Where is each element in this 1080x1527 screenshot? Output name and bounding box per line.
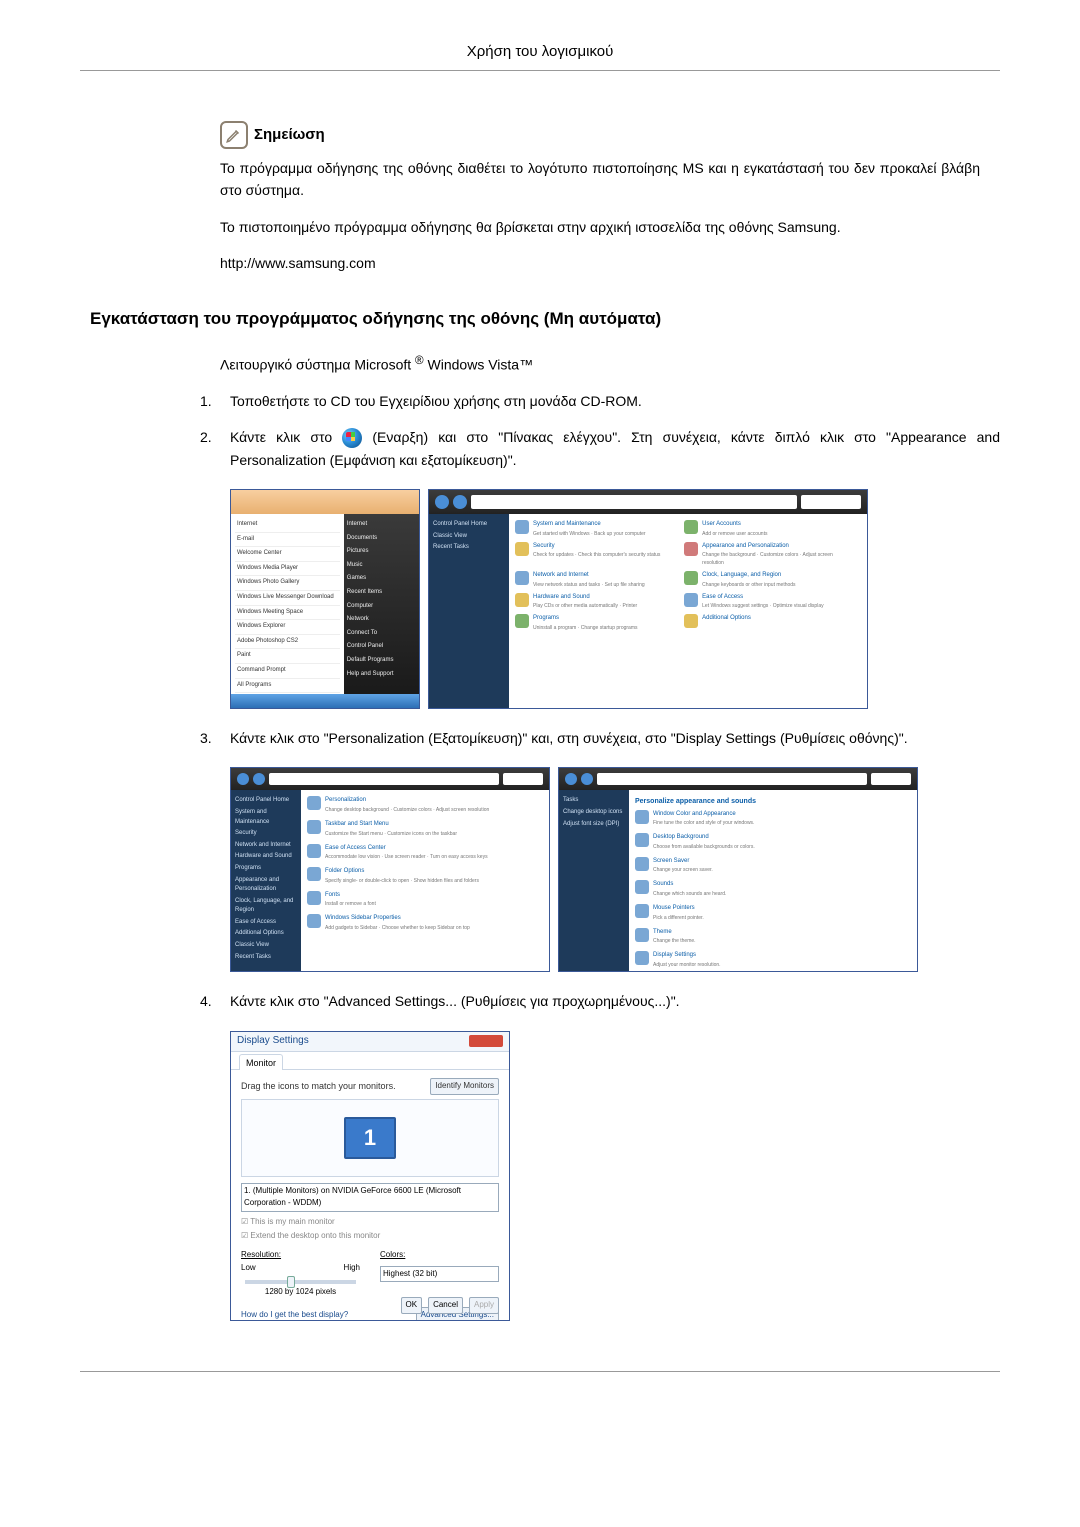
colors-select: Highest (32 bit) — [380, 1266, 499, 1283]
figure-row-3: Display Settings Monitor Drag the icons … — [230, 1031, 1000, 1321]
step-2-num: 2. — [200, 426, 230, 471]
note-url: http://www.samsung.com — [220, 252, 980, 274]
note-paragraph-1: Το πρόγραμμα οδήγησης της οθόνης διαθέτε… — [220, 157, 980, 202]
os-pre: Λειτουργικό σύστημα Microsoft — [220, 356, 415, 372]
step-3-num: 3. — [200, 727, 230, 749]
cancel-button: Cancel — [428, 1297, 463, 1314]
note-paragraph-2: Το πιστοποιημένο πρόγραμμα οδήγησης θα β… — [220, 216, 980, 238]
appearance-personalization-screenshot: Control Panel HomeSystem and Maintenance… — [230, 767, 550, 972]
display-settings-title: Display Settings — [237, 1033, 309, 1049]
step-2-text: Κάντε κλικ στο (Εναρξη) και στο "Πίνακας… — [230, 426, 1000, 471]
resolution-label: Resolution: — [241, 1250, 281, 1259]
step-2-pre: Κάντε κλικ στο — [230, 429, 342, 445]
monitor-tab: Monitor — [239, 1054, 283, 1071]
step-4-text: Κάντε κλικ στο "Advanced Settings... (Ρυ… — [230, 990, 1000, 1012]
step-1-num: 1. — [200, 390, 230, 412]
control-panel-screenshot: Control Panel HomeClassic ViewRecent Tas… — [428, 489, 868, 709]
ok-button: OK — [401, 1297, 423, 1314]
top-rule — [80, 70, 1000, 71]
monitor-preview-area: 1 — [241, 1099, 499, 1177]
personalization-screenshot: TasksChange desktop iconsAdjust font siz… — [558, 767, 918, 972]
monitor-1-icon: 1 — [344, 1117, 396, 1159]
start-menu-screenshot: InternetE-mailWelcome CenterWindows Medi… — [230, 489, 420, 709]
step-2: 2. Κάντε κλικ στο (Εναρξη) και στο "Πίνα… — [200, 426, 1000, 471]
figure-row-1: InternetE-mailWelcome CenterWindows Medi… — [230, 489, 1000, 709]
extend-desktop-checkbox: ☑ Extend the desktop onto this monitor — [241, 1230, 499, 1243]
note-block: Σημείωση Το πρόγραμμα οδήγησης της οθόνη… — [220, 121, 980, 275]
step-3-text: Κάντε κλικ στο "Personalization (Εξατομί… — [230, 727, 1000, 749]
apply-button: Apply — [469, 1297, 499, 1314]
page-header: Χρήση του λογισμικού — [80, 40, 1000, 64]
note-header: Σημείωση — [220, 121, 980, 149]
figure-row-2: Control Panel HomeSystem and Maintenance… — [230, 767, 1000, 972]
registered-symbol: ® — [415, 354, 424, 367]
bottom-rule — [80, 1371, 1000, 1372]
main-monitor-checkbox: ☑ This is my main monitor — [241, 1216, 499, 1229]
display-settings-screenshot: Display Settings Monitor Drag the icons … — [230, 1031, 510, 1321]
colors-label: Colors: — [380, 1250, 405, 1259]
step-4: 4. Κάντε κλικ στο "Advanced Settings... … — [200, 990, 1000, 1012]
os-line: Λειτουργικό σύστημα Microsoft ® Windows … — [220, 352, 980, 376]
step-4-num: 4. — [200, 990, 230, 1012]
section-title: Εγκατάσταση του προγράμματος οδήγησης τη… — [90, 305, 1000, 332]
step-1: 1. Τοποθετήστε το CD του Εγχειρίδιου χρή… — [200, 390, 1000, 412]
resolution-low: Low — [241, 1262, 256, 1275]
step-3: 3. Κάντε κλικ στο "Personalization (Εξατ… — [200, 727, 1000, 749]
resolution-high: High — [344, 1262, 360, 1275]
os-post: Windows Vista™ — [424, 356, 533, 372]
step-1-text: Τοποθετήστε το CD του Εγχειρίδιου χρήσης… — [230, 390, 1000, 412]
close-icon — [469, 1035, 503, 1047]
drag-instruction: Drag the icons to match your monitors. — [241, 1079, 396, 1093]
identify-monitors-button: Identify Monitors — [430, 1078, 499, 1095]
resolution-slider — [245, 1280, 356, 1284]
note-label: Σημείωση — [254, 123, 325, 147]
pencil-note-icon — [220, 121, 248, 149]
best-display-link: How do I get the best display? — [241, 1309, 348, 1321]
windows-start-icon — [342, 428, 362, 448]
resolution-value: 1280 by 1024 pixels — [241, 1286, 360, 1299]
monitor-select: 1. (Multiple Monitors) on NVIDIA GeForce… — [241, 1183, 499, 1213]
